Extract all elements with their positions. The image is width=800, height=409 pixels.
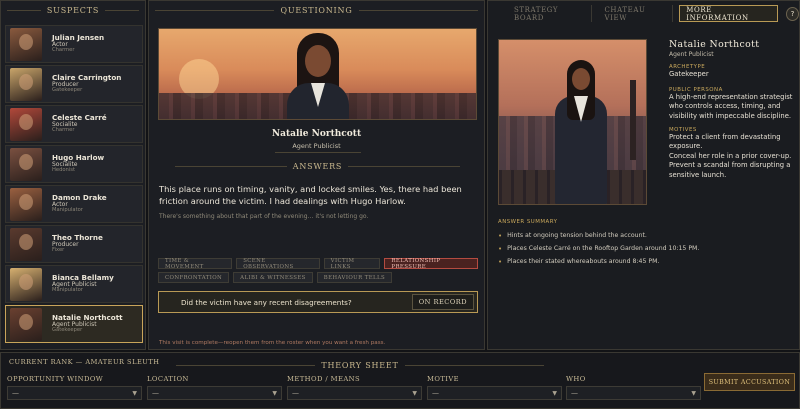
chevron-down-icon: ▼ [412,389,417,397]
answer-text: This place runs on timing, vanity, and l… [159,184,462,207]
chevron-down-icon: ▼ [691,389,696,397]
suspect-archetype: Charmer [52,127,75,134]
tab-time-movement[interactable]: TIME & MOVEMENT [158,258,233,270]
tab-relationship-pressure[interactable]: RELATIONSHIP PRESSURE [384,258,478,270]
motive-item: Prevent a scandal from disrupting a sens… [669,161,791,179]
suspect-archetype: Gatekeeper [52,87,83,94]
answer-subtext: There's something about that part of the… [159,213,369,220]
opportunity-window-select[interactable]: — ▼ [7,386,142,400]
answer-summary-label: ANSWER SUMMARY [498,219,558,225]
answer-summary-list: Hints at ongoing tension behind the acco… [498,229,788,268]
suspects-heading: SUSPECTS [1,1,145,19]
select-value: — [152,389,159,397]
field-label: MOTIVE [427,375,460,383]
tab-victim-links[interactable]: VICTIM LINKS [323,258,381,270]
suspect-archetype: Gatekeeper [52,327,83,334]
suspect-card[interactable]: Claire Carrington Producer Gatekeeper [5,65,143,103]
visit-complete-note: This visit is complete—reopen them from … [159,340,386,346]
select-value: — [292,389,299,397]
motive-item: Protect a client from devastating exposu… [669,133,781,151]
questioning-panel: QUESTIONING Natalie Northcott Agent Publ… [148,0,485,350]
suspect-card[interactable]: Theo Thorne Producer Fixer [5,225,143,263]
suspect-archetype: Hedonist [52,167,76,174]
on-record-badge: ON RECORD [411,294,474,310]
chevron-down-icon: ▼ [272,389,277,397]
suspect-archetype: Manipulator [52,207,83,214]
suspect-archetype: Charmer [52,47,75,54]
suspect-card-selected[interactable]: Natalie Northcott Agent Publicist Gateke… [5,305,143,343]
questioned-suspect-name: Natalie Northcott [271,129,362,139]
questioned-suspect-role: Agent Publicist [292,142,341,150]
tab-scene-observations[interactable]: SCENE OBSERVATIONS [236,258,320,270]
suspect-portrait [10,147,42,181]
select-value: — [432,389,439,397]
help-button[interactable]: ? [785,6,799,21]
current-rank: CURRENT RANK — AMATEUR SLEUTH [9,358,160,366]
suspect-card[interactable]: Hugo Harlow Socialite Hedonist [5,145,143,183]
location-select[interactable]: — ▼ [147,386,282,400]
suspects-panel: SUSPECTS Julian Jensen Actor Charmer Cla… [0,0,146,350]
divider [275,152,361,153]
field-label: LOCATION [147,375,189,383]
suspect-full-portrait [498,39,647,205]
theory-sheet-heading: THEORY SHEET [170,356,550,374]
select-value: — [571,389,578,397]
suspect-list: Julian Jensen Actor Charmer Claire Carri… [5,25,143,345]
field-label: OPPORTUNITY WINDOW [7,375,104,383]
suspect-portrait [10,107,42,141]
opportunity-window-field: OPPORTUNITY WINDOW — ▼ [7,375,142,400]
tab-strategy-board[interactable]: STRATEGY BOARD [508,5,593,22]
summary-item: Places Celeste Carré on the Rooftop Gard… [498,242,788,255]
persona-value: A high-end representation strategist who… [669,93,793,120]
info-panel: STRATEGY BOARD CHATEAU VIEW MORE INFORMA… [487,0,800,350]
question-category-tabs: TIME & MOVEMENT SCENE OBSERVATIONS VICTI… [158,258,478,286]
answers-heading: ANSWERS [169,157,466,175]
suspect-card[interactable]: Damon Drake Actor Manipulator [5,185,143,223]
suspect-portrait [10,27,42,61]
summary-item: Places their stated whereabouts around 8… [498,255,788,268]
tab-more-information[interactable]: MORE INFORMATION [679,5,778,22]
info-suspect-role: Agent Publicist [669,51,714,58]
select-value: — [12,389,19,397]
suspect-card[interactable]: Bianca Bellamy Agent Publicist Manipulat… [5,265,143,303]
question-text: Did the victim have any recent disagreem… [181,297,352,307]
summary-item: Hints at ongoing tension behind the acco… [498,229,788,242]
who-select[interactable]: — ▼ [566,386,701,400]
motive-field: MOTIVE — ▼ [427,375,562,400]
suspect-card[interactable]: Julian Jensen Actor Charmer [5,25,143,63]
submit-accusation-button[interactable]: SUBMIT ACCUSATION [704,373,795,391]
suspect-portrait [10,227,42,261]
motive-select[interactable]: — ▼ [427,386,562,400]
suspect-archetype: Manipulator [52,287,83,294]
method-means-select[interactable]: — ▼ [287,386,422,400]
method-means-field: METHOD / MEANS — ▼ [287,375,422,400]
questioning-heading: QUESTIONING [149,1,484,19]
location-field: LOCATION — ▼ [147,375,282,400]
chevron-down-icon: ▼ [552,389,557,397]
suspect-portrait [10,307,42,341]
who-field: WHO — ▼ [566,375,701,400]
tab-confrontation[interactable]: CONFRONTATION [158,272,230,283]
suspect-portrait [10,67,42,101]
motive-item: Conceal her role in a prior cover-up. [669,151,792,160]
archetype-value: Gatekeeper [669,70,709,78]
question-option[interactable]: Did the victim have any recent disagreem… [158,291,478,313]
suspect-portrait [10,187,42,221]
tab-alibi-witnesses[interactable]: ALIBI & WITNESSES [233,272,313,283]
suspect-portrait [10,267,42,301]
field-label: WHO [566,375,586,383]
tab-chateau-view[interactable]: CHATEAU VIEW [598,5,674,22]
view-tabs: STRATEGY BOARD CHATEAU VIEW MORE INFORMA… [508,5,799,22]
suspect-banner-portrait [158,28,477,120]
suspect-archetype: Fixer [52,247,65,254]
field-label: METHOD / MEANS [287,375,361,383]
info-suspect-name: Natalie Northcott [669,39,760,50]
suspect-card[interactable]: Celeste Carré Socialite Charmer [5,105,143,143]
tab-behaviour-tells[interactable]: BEHAVIOUR TELLS [316,272,393,283]
chevron-down-icon: ▼ [132,389,137,397]
